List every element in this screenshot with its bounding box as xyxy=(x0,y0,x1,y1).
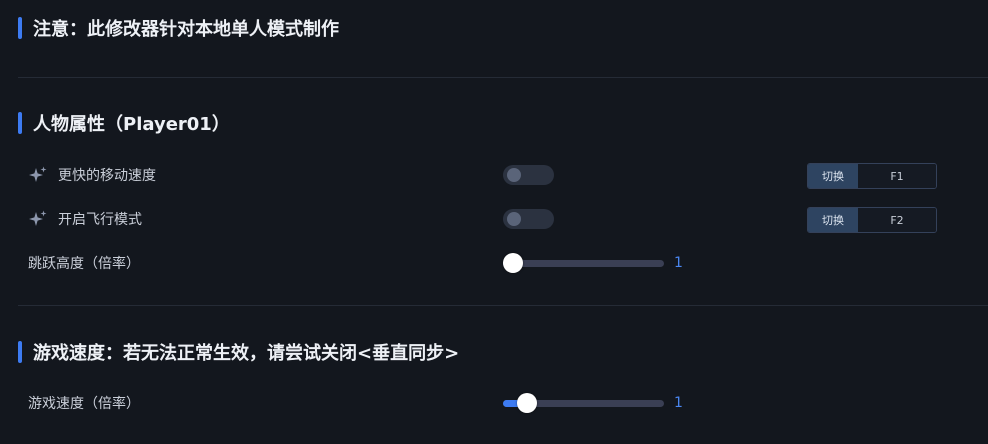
sparkle-icon xyxy=(28,165,48,185)
accent-bar xyxy=(18,112,22,134)
faster-movement-switch-button[interactable]: 切换 xyxy=(808,164,858,188)
player-section-header: 人物属性（Player01） xyxy=(18,112,230,135)
game-speed-row: 游戏速度（倍率） xyxy=(28,391,140,415)
player-section-title: 人物属性（Player01） xyxy=(33,114,230,135)
jump-height-slider[interactable] xyxy=(503,253,664,273)
feature-label: 开启飞行模式 xyxy=(58,212,142,228)
divider xyxy=(18,77,988,78)
fly-mode-toggle[interactable] xyxy=(503,209,554,229)
notice-header: 注意：此修改器针对本地单人模式制作 xyxy=(18,17,339,40)
faster-movement-key-binding[interactable]: F1 xyxy=(858,164,936,188)
feature-row-faster-movement: 更快的移动速度 xyxy=(28,163,156,187)
slider-track xyxy=(503,260,664,267)
accent-bar xyxy=(18,17,22,39)
jump-height-row: 跳跃高度（倍率） xyxy=(28,251,140,275)
fly-mode-hotkey: 切换 F2 xyxy=(807,207,937,233)
jump-height-label: 跳跃高度（倍率） xyxy=(28,256,140,272)
game-speed-slider[interactable] xyxy=(503,393,664,413)
faster-movement-toggle[interactable] xyxy=(503,165,554,185)
divider xyxy=(18,305,988,306)
fly-mode-key-binding[interactable]: F2 xyxy=(858,208,936,232)
speed-section-header: 游戏速度：若无法正常生效，请尝试关闭<垂直同步> xyxy=(18,341,460,364)
feature-label: 更快的移动速度 xyxy=(58,168,156,184)
notice-title: 注意：此修改器针对本地单人模式制作 xyxy=(33,19,339,40)
speed-section-title: 游戏速度：若无法正常生效，请尝试关闭<垂直同步> xyxy=(33,343,460,364)
game-speed-label: 游戏速度（倍率） xyxy=(28,396,140,412)
toggle-knob xyxy=(507,212,521,226)
sparkle-icon xyxy=(28,209,48,229)
toggle-knob xyxy=(507,168,521,182)
fly-mode-switch-button[interactable]: 切换 xyxy=(808,208,858,232)
jump-height-value: 1 xyxy=(674,255,683,271)
faster-movement-hotkey: 切换 F1 xyxy=(807,163,937,189)
trainer-panel: 注意：此修改器针对本地单人模式制作 人物属性（Player01） 更快的移动速度… xyxy=(0,0,988,444)
game-speed-value: 1 xyxy=(674,395,683,411)
feature-row-fly-mode: 开启飞行模式 xyxy=(28,207,142,231)
slider-thumb[interactable] xyxy=(517,393,538,413)
slider-thumb[interactable] xyxy=(503,253,523,273)
accent-bar xyxy=(18,341,22,363)
